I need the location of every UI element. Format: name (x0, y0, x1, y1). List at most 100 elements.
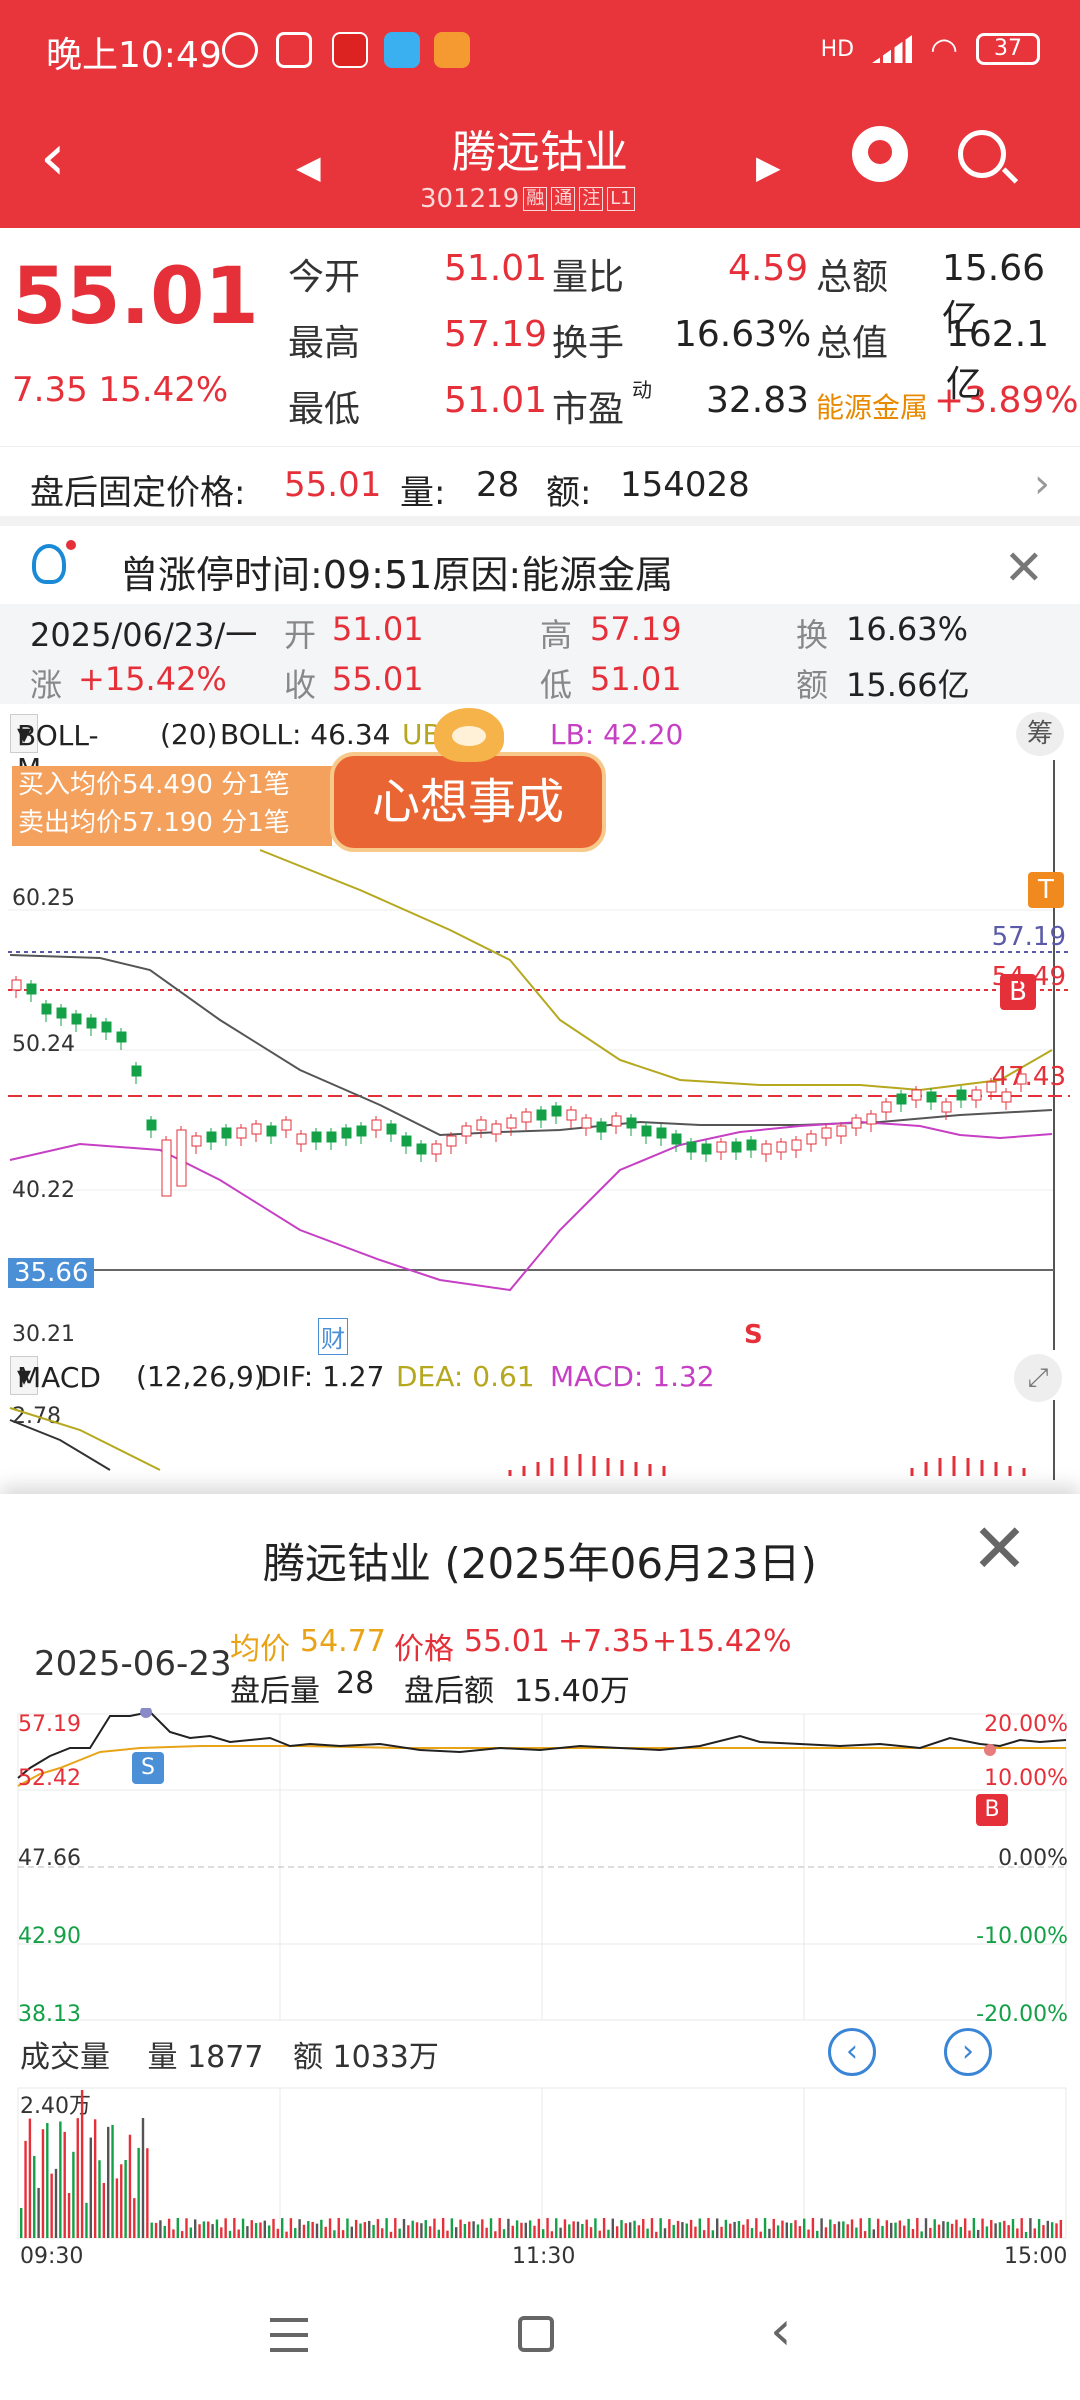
volume-bar (733, 2221, 736, 2238)
search-icon[interactable] (958, 130, 1006, 178)
volume-bar (1024, 2231, 1028, 2238)
intraday-b-marker[interactable]: B (976, 1794, 1008, 1826)
volume-bar (916, 2218, 919, 2238)
volume-bar (563, 2219, 567, 2238)
close-icon[interactable]: ✕ (971, 1516, 1028, 1584)
volume-bar (750, 2228, 754, 2238)
volume-bar (76, 2118, 79, 2238)
after-hours-row[interactable]: 盘后固定价格: 55.01 量: 28 额: 154028 › (0, 446, 1080, 526)
volume-bar (963, 2218, 967, 2238)
volume-bar (463, 2223, 467, 2238)
volume-bar (572, 2221, 575, 2238)
menu-icon[interactable] (270, 2318, 308, 2352)
indicator-select[interactable]: BOLL-M ▾ (10, 714, 99, 785)
volume-bar (298, 2219, 301, 2238)
volume-bar (785, 2222, 788, 2238)
intraday-axis-r2: 10.00% (984, 1766, 1068, 1791)
macd-select[interactable]: MACD ▾ (10, 1356, 101, 1395)
intraday-s-marker[interactable]: S (132, 1752, 164, 1784)
volume-bar (1046, 2220, 1049, 2238)
volume-bar (428, 2226, 432, 2238)
app-header: 晚上10:49 HD ◠ 37 ‹ ◀ 腾远钴业 ▶ 301219 融 通 注 … (0, 0, 1080, 228)
finance-marker[interactable]: 财 (318, 1318, 348, 1355)
limit-up-notice[interactable]: 曾涨停时间:09:51原因:能源金属 ✕ (0, 536, 1080, 604)
volume-bar (1011, 2219, 1015, 2238)
volume-bar (676, 2220, 680, 2238)
volume-bar (46, 2123, 49, 2238)
hd-label: HD (820, 36, 855, 62)
volume-bar (598, 2230, 601, 2238)
s-marker[interactable]: S (744, 1320, 763, 1350)
day-close-label: 收 (284, 666, 317, 704)
volume-bar (568, 2224, 571, 2238)
candle-body (761, 1143, 772, 1155)
bank-app-icon (332, 32, 368, 68)
volume-bar (307, 2221, 310, 2238)
time-close: 15:00 (1004, 2244, 1068, 2269)
volume-bar (990, 2219, 993, 2238)
sector-link[interactable]: 能源金属 (816, 386, 928, 426)
volume-bar (98, 2160, 101, 2238)
volume-bar (363, 2222, 367, 2238)
prev-day-button[interactable]: ‹ (828, 2028, 876, 2076)
volume-bar (894, 2222, 897, 2238)
volume-bar (341, 2230, 345, 2238)
next-stock-button[interactable]: ▶ (756, 148, 781, 186)
after-hours-amt: 154028 (620, 465, 750, 505)
back-icon[interactable]: ‹ (770, 2304, 792, 2358)
volume-bar (115, 2178, 119, 2238)
candle-body (26, 983, 37, 995)
after-hours-price: 55.01 (284, 465, 382, 505)
line-label-4743: 47.43 (991, 1062, 1066, 1092)
volume-bar (942, 2221, 945, 2238)
volume-bar (498, 2218, 501, 2238)
volume-bar (720, 2226, 723, 2238)
expand-icon[interactable]: ⤢ (1014, 1354, 1062, 1402)
candle-body (926, 1091, 937, 1103)
volume-bar (520, 2222, 523, 2238)
wish-banner[interactable]: 心想事成 (330, 752, 606, 852)
volume-bar (441, 2218, 445, 2238)
assistant-avatar-icon[interactable] (852, 126, 908, 182)
candle-body (101, 1021, 112, 1033)
chip-button[interactable]: 筹 (1016, 712, 1064, 756)
close-icon[interactable]: ✕ (1004, 540, 1044, 596)
candle-body (86, 1017, 97, 1029)
volume-bar (154, 2222, 158, 2238)
volume-bar (107, 2126, 110, 2238)
candle-body (581, 1117, 592, 1129)
buy-avg-text: 买入均价54.490 分1笔 (18, 770, 290, 800)
volume-bar (663, 2228, 667, 2238)
volume-bar (650, 2218, 654, 2238)
day-high: 57.19 (590, 610, 682, 648)
volume-bar (511, 2225, 514, 2238)
boll-mid-line (9, 954, 1053, 1137)
volume-bar (481, 2219, 484, 2238)
volume-bar (198, 2224, 201, 2238)
candle-body (566, 1109, 577, 1121)
day-open-label: 开 (284, 616, 317, 654)
after-hours-amt-label: 额: (546, 473, 592, 513)
volume-bar (968, 2230, 971, 2238)
home-icon[interactable] (518, 2316, 554, 2352)
volume-bar (524, 2222, 527, 2238)
volume-bar (585, 2219, 588, 2238)
amount-value: 1033万 (332, 2040, 439, 2075)
volume-bar (929, 2227, 932, 2238)
chat-app-icon (384, 32, 420, 68)
volume-bar (824, 2227, 828, 2238)
battery-icon: 37 (976, 33, 1040, 65)
volume-value: 1877 (187, 2040, 264, 2075)
volume-bar (194, 2219, 197, 2238)
volume-bar (798, 2226, 802, 2238)
volume-bar (489, 2218, 493, 2238)
time-open: 09:30 (20, 2244, 84, 2269)
volume-bar (668, 2219, 671, 2238)
volume-bar (476, 2224, 480, 2238)
volume-bar (167, 2218, 171, 2238)
after-hours-vol-label: 量: (400, 473, 446, 513)
volume-bar (176, 2218, 179, 2238)
next-day-button[interactable]: › (944, 2028, 992, 2076)
volume-bar (241, 2218, 245, 2238)
t-marker[interactable]: T (1028, 872, 1064, 908)
